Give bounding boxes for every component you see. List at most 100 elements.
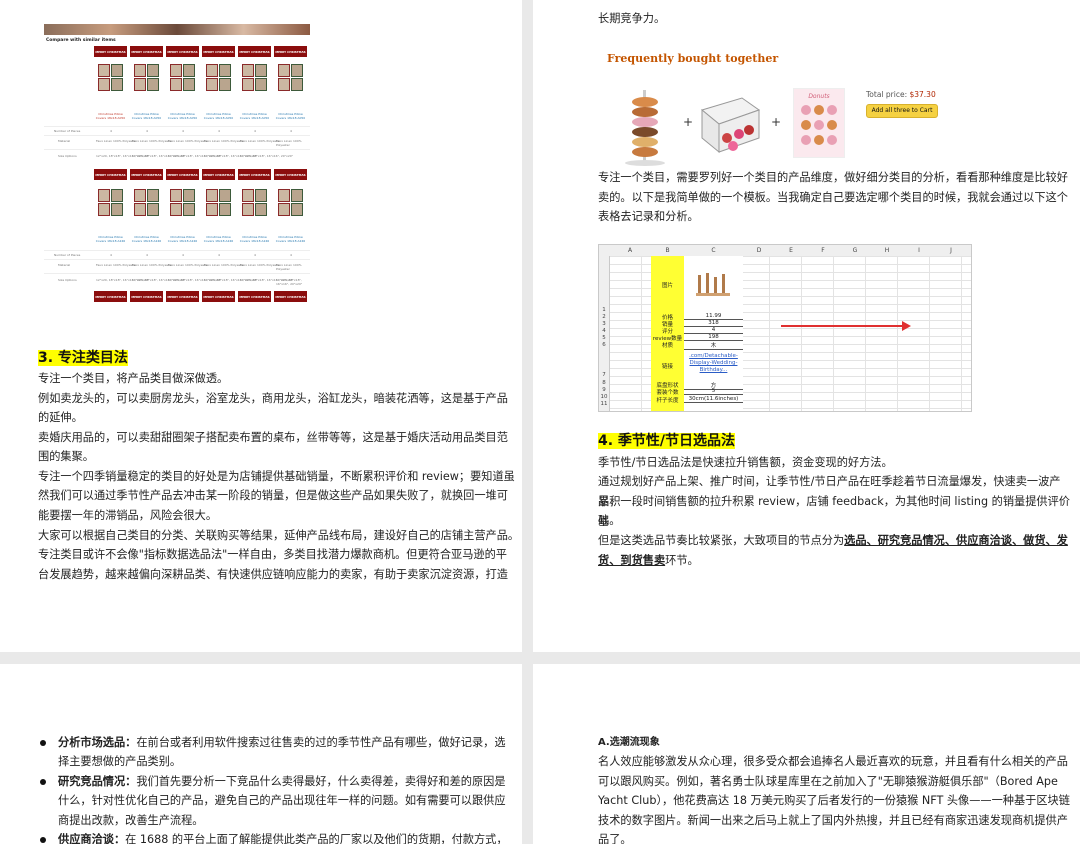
banner: MERRY CHRISTMAS: [238, 169, 271, 180]
pillow-image: [130, 189, 163, 216]
paragraph-line: 能要摆一年的滞销品，风险会很大。: [38, 509, 218, 522]
table-row: Size Options 12"x20, 18"x18", 16"x16", 2…: [44, 273, 310, 290]
table-row: Size Options 12"x20, 18"x18", 16"x16", 2…: [44, 149, 310, 166]
document-page-4: A.选潮流现象 名人效应能够激发从众心理，很多受众都会追捧名人最近喜欢的玩意，并…: [533, 664, 1080, 844]
banner: MERRY CHRISTMAS: [274, 291, 307, 302]
sheet-value: 木: [684, 341, 743, 350]
row-header: 1 2 3 4 5 6 7 8 9 10 11: [599, 256, 610, 411]
spreadsheet-screenshot: A B C D E F G H I J 1 2 3 4 5 6 7 8 9 10…: [598, 244, 972, 412]
paragraph-line: Yacht Club），他花费高达 18 万美元购买了后者发行的一份猿猴 NFT…: [598, 794, 1070, 807]
product-link[interactable]: .com/Detachable-Display-Wedding-Birthday…: [684, 353, 743, 374]
banner: MERRY CHRISTMAS: [130, 169, 163, 180]
banner-row: MERRY CHRISTMAS MERRY CHRISTMAS MERRY CH…: [94, 169, 307, 180]
donut-wall-image[interactable]: Donuts: [793, 88, 845, 158]
section-heading: 4. 季节性/节日选品法: [598, 433, 736, 449]
item-name[interactable]: Christmas Pillow Covers 18x18 A050: [238, 112, 271, 120]
item-name[interactable]: Christmas Pillow Covers 18x18 A050: [202, 112, 235, 120]
arrow-head-icon: [902, 321, 911, 331]
donut-sign-label: Donuts: [808, 93, 830, 100]
banner: MERRY CHRISTMAS: [94, 169, 127, 180]
banner-row: MERRY CHRISTMAS MERRY CHRISTMAS MERRY CH…: [94, 46, 307, 57]
banner: MERRY CHRISTMAS: [202, 291, 235, 302]
item-name[interactable]: Christmas Pillow Covers 18x18 A246: [238, 235, 271, 243]
paragraph-line: 表格去记录和分析。: [598, 210, 699, 223]
document-page-3: 分析市场选品：在前台或者利用软件搜索过往售卖的过的季节性产品有哪些，做好记录，选…: [0, 664, 522, 844]
banner: MERRY CHRISTMAS: [166, 46, 199, 57]
banner: MERRY CHRISTMAS: [130, 46, 163, 57]
section-heading: 3. 专注类目法: [38, 350, 128, 366]
red-arrow: [781, 325, 904, 327]
sheet-value: 5: [684, 388, 743, 395]
document-page-2: 长期竞争力。 Frequently bought together + + Do…: [533, 0, 1080, 652]
banner: MERRY CHRISTMAS: [238, 291, 271, 302]
banner: MERRY CHRISTMAS: [274, 46, 307, 57]
bullet-line: 供应商洽谈：在 1688 的平台上面了解能提供此类产品的厂家以及他们的货期，付款…: [58, 833, 508, 844]
paragraph-line: 可以跟风购买。例如，著名勇士队球星库里在之前加入了"无聊猿猴游艇俱乐部"（Bor…: [598, 775, 1058, 788]
paragraph-line: 季节性/节日选品法是快速拉升销售额，资金变现的好方法。: [598, 456, 893, 469]
pillow-image: [274, 189, 307, 216]
bullet-line: 商提出改款，改善生产流程。: [58, 814, 204, 827]
bullet-line: 什么，针对性优化自己的产品，避免自己的产品出现往年一样的问题。如有需要可以跟供应: [58, 794, 506, 807]
pillow-image-row: [94, 64, 307, 91]
paragraph-line: 础。: [598, 514, 621, 527]
sheet-value: 198: [684, 334, 743, 341]
paragraph-line: 累积一段时间销售额的拉升积累 review，店铺 feedback，为其他时间 …: [598, 495, 1070, 528]
sheet-value: 318: [684, 320, 743, 327]
sheet-value: 4: [684, 327, 743, 334]
comparison-table-image: Compare with similar items MERRY CHRISTM…: [44, 24, 310, 304]
paragraph-line: 名人效应能够激发从众心理，很多受众都会追捧名人最近喜欢的玩意，并且看有什么相关的…: [598, 755, 1068, 768]
bullet-line: 研究竞品情况：我们首先要分析一下竞品什么卖得最好，什么卖得差，卖得好和差的原因是: [58, 775, 506, 788]
table-row: Material Faux Linen 100% Polyester Faux …: [44, 135, 310, 150]
add-all-to-cart-button[interactable]: Add all three to Cart: [866, 104, 938, 118]
banner: MERRY CHRISTMAS: [94, 46, 127, 57]
bullet-line: 分析市场选品：在前台或者利用软件搜索过往售卖的过的季节性产品有哪些，做好记录，选: [58, 736, 506, 749]
banner: MERRY CHRISTMAS: [166, 291, 199, 302]
pillow-image-row: [94, 189, 307, 216]
item-name[interactable]: Christmas Pillow Covers 18x18 A246: [202, 235, 235, 243]
pillow-image: [166, 189, 199, 216]
sheet-label: 链接: [661, 364, 673, 370]
paragraph-line: 专注一个类目，将产品类目做深做透。: [38, 372, 229, 385]
donut-stand-image[interactable]: [622, 88, 668, 166]
item-name[interactable]: Christmas Pillow Covers 18x18 A050: [274, 112, 307, 120]
bullet-icon: [40, 740, 46, 746]
paragraph-line: 货、到货售卖环节。: [598, 554, 699, 567]
pillow-image: [94, 64, 127, 91]
sheet-label: 材质: [661, 343, 673, 349]
pillow-image: [166, 64, 199, 91]
acrylic-box-image[interactable]: [697, 90, 762, 158]
pillow-image: [202, 64, 235, 91]
item-name-row: Christmas Pillow Covers 18x18 A246 Chris…: [94, 235, 307, 243]
pillow-image: [94, 189, 127, 216]
bullet-icon: [40, 779, 46, 785]
sheet-value: 11.99: [684, 313, 743, 320]
item-name[interactable]: Christmas Pillow Covers 18x18 A050: [166, 112, 199, 120]
item-name[interactable]: Christmas Pillow Covers 18x18 A050: [130, 112, 163, 120]
subsection-heading: A.选潮流现象: [598, 737, 660, 748]
pillow-image: [238, 64, 271, 91]
banner-row: MERRY CHRISTMAS MERRY CHRISTMAS MERRY CH…: [94, 291, 307, 302]
item-name[interactable]: Christmas Pillow Covers 18x18 A050: [94, 112, 127, 120]
bullet-line: 择主要想做的产品类别。: [58, 755, 182, 768]
plus-icon: +: [683, 115, 694, 129]
banner: MERRY CHRISTMAS: [202, 169, 235, 180]
item-name-row: Christmas Pillow Covers 18x18 A050 Chris…: [94, 112, 307, 120]
fbt-title: Frequently bought together: [607, 52, 779, 65]
item-name[interactable]: Christmas Pillow Covers 18x18 A246: [274, 235, 307, 243]
document-page-1: Compare with similar items MERRY CHRISTM…: [0, 0, 522, 652]
paragraph-line: 的延伸。: [38, 411, 83, 424]
sheet-label: 杆子长度: [656, 398, 679, 404]
banner: MERRY CHRISTMAS: [238, 46, 271, 57]
paragraph-line: 品了。: [598, 833, 632, 844]
item-name[interactable]: Christmas Pillow Covers 18x18 A246: [94, 235, 127, 243]
product-photo-strip: [44, 24, 310, 35]
sheet-label: 套装个数: [656, 390, 679, 396]
sheet-label: 图片: [661, 283, 673, 289]
paragraph-line: 卖的。以下是我简单做的一个模板。当我确定自己要选定哪个类目的时候，我就会通过以下…: [598, 191, 1068, 204]
item-name[interactable]: Christmas Pillow Covers 18x18 A246: [130, 235, 163, 243]
banner: MERRY CHRISTMAS: [202, 46, 235, 57]
item-name[interactable]: Christmas Pillow Covers 18x18 A246: [166, 235, 199, 243]
paragraph-line: 专注类目或许不会像"指标数据选品法"一样自由，多类目找潜力爆款商机。但更符合亚马…: [38, 548, 507, 561]
paragraph-line: 专注一个类目，需要罗列好一个类目的产品维度，做好细分类目的分析，看看那种维度是比…: [598, 171, 1068, 184]
pillow-image: [130, 64, 163, 91]
